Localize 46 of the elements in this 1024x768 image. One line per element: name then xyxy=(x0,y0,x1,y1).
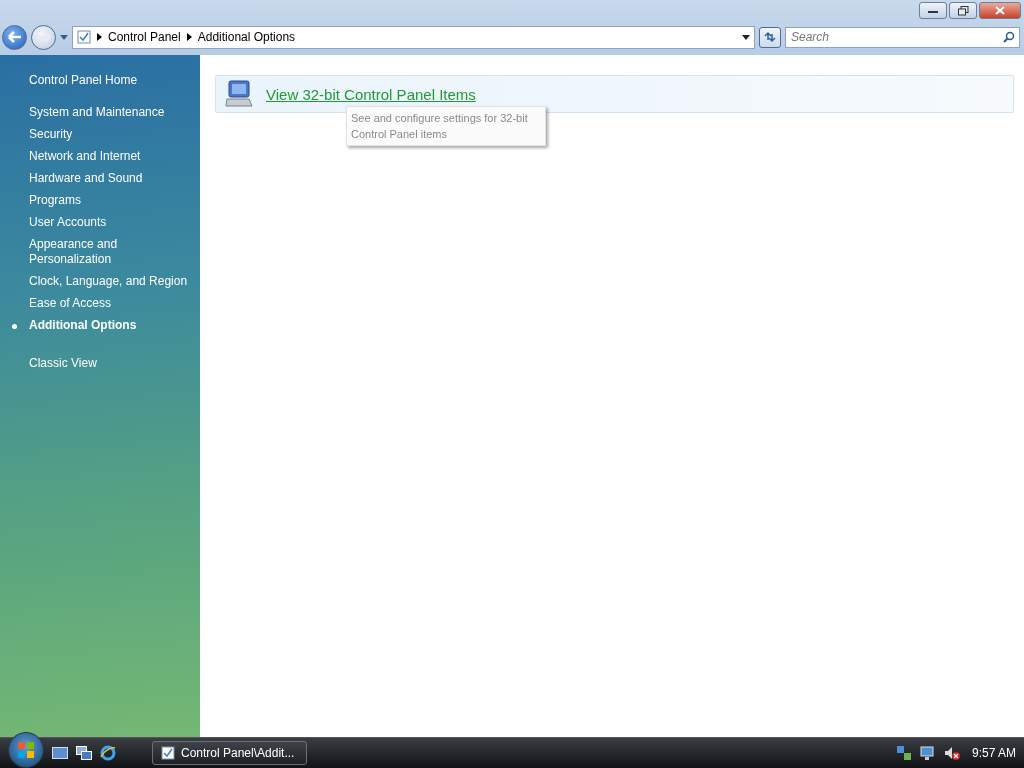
chevron-icon xyxy=(186,33,192,41)
sidebar-link[interactable]: Network and Internet xyxy=(0,146,200,168)
control-panel-icon xyxy=(77,30,91,44)
dropdown-icon[interactable] xyxy=(742,34,750,40)
windows-logo-icon xyxy=(17,741,35,759)
sidebar-link[interactable]: Programs xyxy=(0,190,200,212)
sidebar-link[interactable]: Clock, Language, and Region xyxy=(0,271,200,293)
breadcrumb[interactable]: Additional Options xyxy=(197,30,296,44)
speaker-muted-icon[interactable] xyxy=(943,745,960,761)
bullet-icon xyxy=(12,324,17,329)
control-panel-icon xyxy=(161,746,175,760)
sidebar-link[interactable]: Classic View xyxy=(0,353,200,375)
sidebar-link[interactable]: Security xyxy=(0,124,200,146)
search-field[interactable]: Search xyxy=(785,26,1020,48)
sidebar-link[interactable]: Control Panel Home xyxy=(0,70,200,92)
browser-icon[interactable] xyxy=(100,745,116,761)
taskbar-window-button[interactable]: Control Panel\Addit... xyxy=(152,741,307,765)
sidebar-link[interactable]: User Accounts xyxy=(0,212,200,234)
sidebar-link[interactable]: Appearance and Personalization xyxy=(0,234,200,271)
forward-button[interactable] xyxy=(31,24,56,50)
monitor-icon[interactable] xyxy=(919,745,936,761)
restore-button[interactable] xyxy=(949,2,977,19)
close-icon xyxy=(995,6,1005,15)
computer-icon xyxy=(224,79,254,109)
clock: 9:57 AM xyxy=(971,746,1016,760)
refresh-button[interactable] xyxy=(759,26,781,48)
chevron-icon xyxy=(97,33,102,41)
sidebar-link[interactable]: Additional Options xyxy=(0,315,200,337)
refresh-icon xyxy=(763,31,777,43)
back-arrow-icon xyxy=(7,31,22,43)
switch-windows-icon[interactable] xyxy=(76,746,92,760)
restore-icon xyxy=(957,5,969,16)
search-icon xyxy=(1003,30,1015,43)
network-icon[interactable] xyxy=(895,745,912,761)
start-button[interactable] xyxy=(8,732,44,768)
breadcrumb[interactable]: Control Panel xyxy=(108,30,181,44)
show-desktop-icon[interactable] xyxy=(52,746,68,760)
close-button[interactable] xyxy=(979,2,1021,19)
back-button[interactable] xyxy=(2,24,27,50)
sidebar-link[interactable]: System and Maintenance xyxy=(0,102,200,124)
address-bar[interactable]: Control Panel Additional Options xyxy=(72,25,755,49)
minimize-button[interactable] xyxy=(919,2,947,19)
tooltip: See and configure settings for 32-bit Control Panel items xyxy=(346,106,546,146)
sidebar-link[interactable]: Ease of Access xyxy=(0,293,200,315)
sidebar-link[interactable]: Hardware and Sound xyxy=(0,168,200,190)
view-32-bit-link[interactable]: View 32-bit Control Panel Items xyxy=(266,85,476,103)
